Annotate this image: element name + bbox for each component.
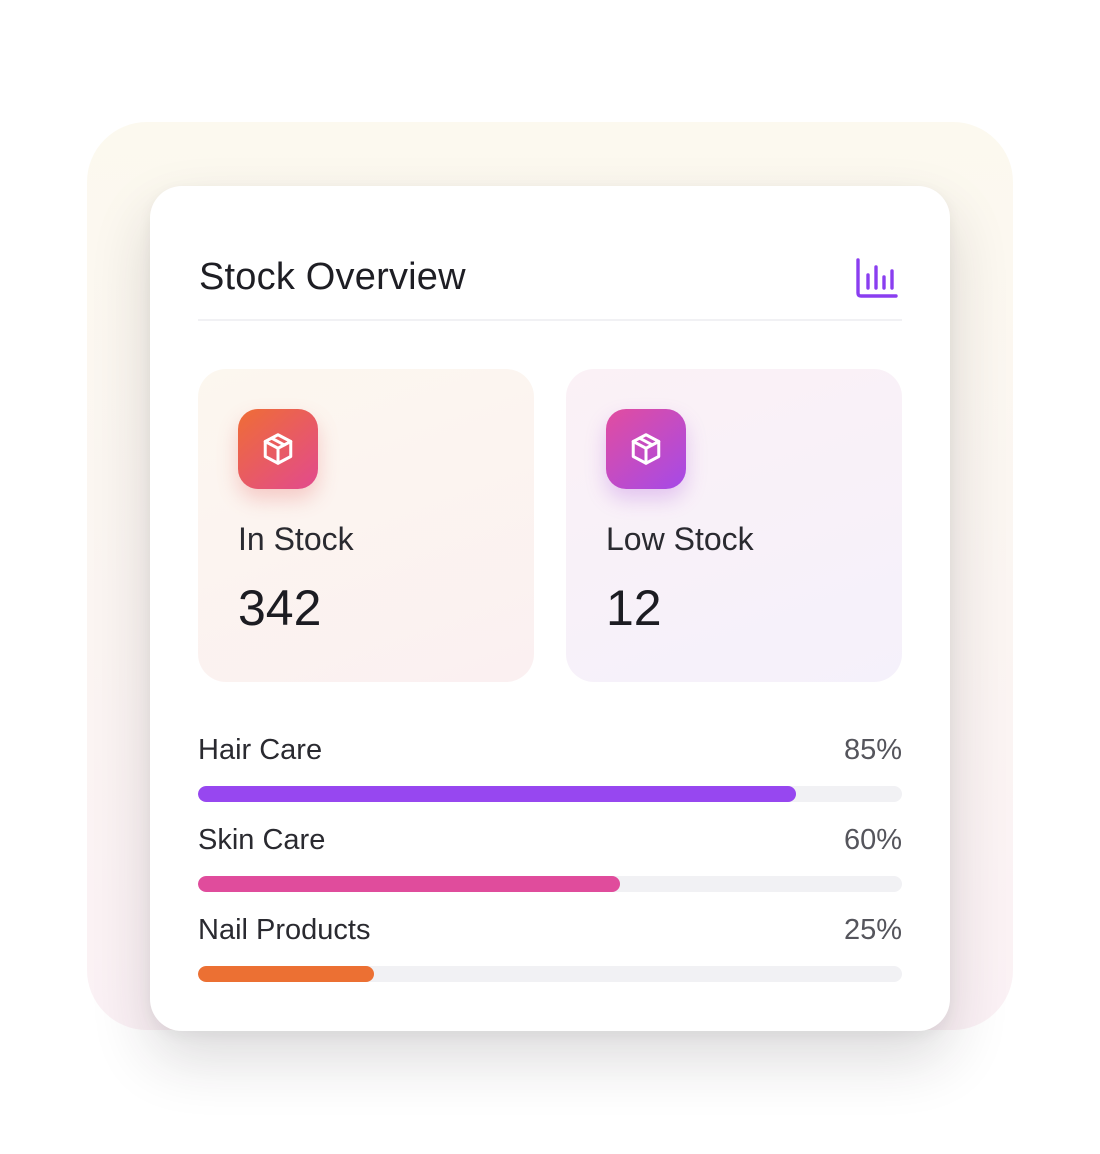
category-label: Hair Care bbox=[198, 734, 323, 766]
chart-button[interactable] bbox=[852, 254, 902, 302]
header-divider bbox=[198, 319, 902, 321]
in-stock-label: In Stock bbox=[238, 521, 354, 557]
low-stock-card[interactable]: Low Stock 12 bbox=[566, 369, 902, 682]
progress-track bbox=[198, 786, 902, 802]
category-percent: 25% bbox=[843, 914, 902, 946]
progress-fill bbox=[198, 876, 621, 892]
category-label: Skin Care bbox=[198, 824, 326, 856]
category-percent: 85% bbox=[843, 734, 902, 766]
category-row-skin-care: Skin Care 60% bbox=[198, 824, 902, 894]
category-percent: 60% bbox=[843, 824, 902, 856]
in-stock-card[interactable]: In Stock 342 bbox=[198, 369, 534, 682]
package-icon bbox=[263, 433, 293, 465]
low-stock-label: Low Stock bbox=[606, 521, 754, 557]
package-icon bbox=[631, 433, 661, 465]
category-label: Nail Products bbox=[198, 914, 371, 946]
card-title: Stock Overview bbox=[199, 256, 466, 298]
progress-fill bbox=[198, 966, 374, 982]
in-stock-value: 342 bbox=[238, 580, 322, 636]
progress-track bbox=[198, 876, 902, 892]
progress-track bbox=[198, 966, 902, 982]
in-stock-icon-badge bbox=[238, 409, 318, 489]
category-row-nail-products: Nail Products 25% bbox=[198, 914, 902, 984]
bar-chart-icon bbox=[856, 258, 898, 298]
low-stock-value: 12 bbox=[606, 580, 662, 636]
low-stock-icon-badge bbox=[606, 409, 686, 489]
progress-fill bbox=[198, 786, 797, 802]
category-row-hair-care: Hair Care 85% bbox=[198, 734, 902, 804]
stock-overview-card: Stock Overview In Stock 342 Low Stock 12… bbox=[150, 186, 950, 1031]
